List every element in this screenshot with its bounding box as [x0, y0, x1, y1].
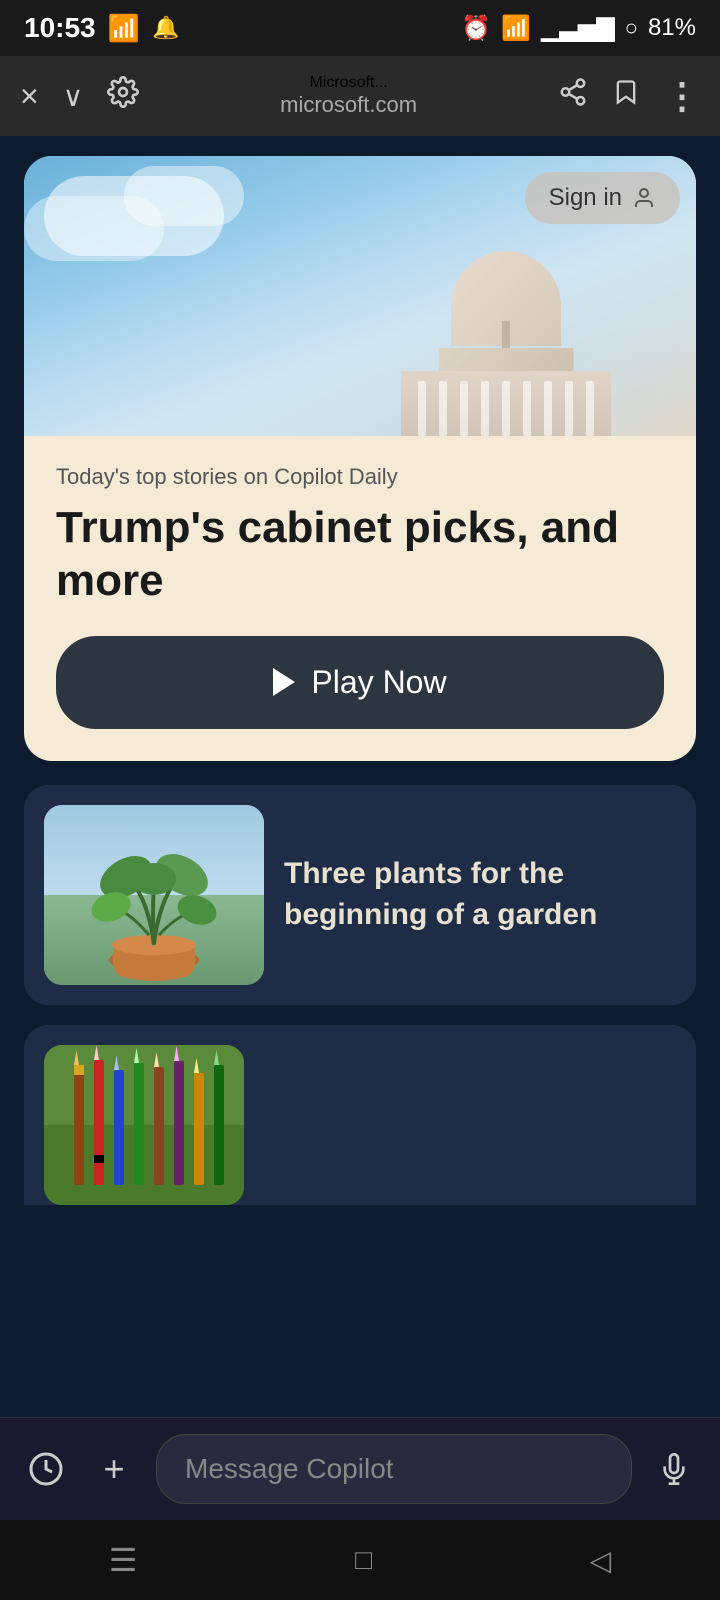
plant-image — [44, 805, 264, 985]
sign-in-label: Sign in — [549, 184, 622, 212]
status-bar: 10:53 📶 🔔 ⏰ 📶 ▁▃▅▇ ○ 81% — [0, 0, 720, 56]
browser-url-domain: microsoft.com — [280, 92, 417, 118]
battery-icon: ○ — [625, 15, 638, 41]
mic-button[interactable] — [648, 1443, 700, 1495]
signal-icon: ▁▃▅▇ — [541, 14, 615, 43]
top-card-body: Today's top stories on Copilot Daily Tru… — [24, 436, 696, 761]
play-icon — [273, 668, 295, 696]
message-input[interactable] — [156, 1434, 632, 1504]
play-now-button[interactable]: Play Now — [56, 636, 664, 729]
alarm-icon: ⏰ — [461, 14, 491, 43]
back-icon[interactable]: ◁ — [590, 1544, 612, 1577]
top-card: Sign in Today's top stories on Copilot D… — [24, 156, 696, 761]
input-bar: + — [0, 1417, 720, 1520]
notification-icon: 🔔 — [152, 15, 179, 41]
news-card-plants-title: Three plants for the beginning of a gard… — [284, 854, 676, 935]
play-now-label: Play Now — [311, 664, 446, 701]
news-card-pencils[interactable] — [24, 1025, 696, 1205]
status-time: 10:53 — [24, 12, 96, 44]
history-button[interactable] — [20, 1443, 72, 1495]
sign-in-button[interactable]: Sign in — [525, 172, 680, 224]
share-icon[interactable] — [558, 77, 588, 115]
home-icon[interactable]: □ — [355, 1544, 372, 1576]
battery-percent: 81% — [648, 14, 696, 42]
bookmark-icon[interactable] — [612, 77, 640, 115]
capitol-illustration — [376, 216, 636, 436]
browser-url-title: Microsoft... — [309, 74, 387, 92]
pencils-image — [44, 1045, 244, 1205]
settings-icon[interactable] — [107, 76, 139, 116]
wifi-icon: 📶 — [501, 14, 531, 43]
top-card-subtitle: Today's top stories on Copilot Daily — [56, 464, 664, 490]
more-menu-icon[interactable]: ⋮ — [664, 75, 700, 117]
nav-bar: ☰ □ ◁ — [0, 1520, 720, 1600]
news-card-plants[interactable]: Three plants for the beginning of a gard… — [24, 785, 696, 1005]
browser-url[interactable]: Microsoft... microsoft.com — [163, 74, 534, 118]
top-card-title: Trump's cabinet picks, and more — [56, 502, 664, 608]
main-content: Sign in Today's top stories on Copilot D… — [0, 136, 720, 1205]
browser-bar: × ∨ Microsoft... microsoft.com ⋮ — [0, 56, 720, 136]
sim-icon: 📶 — [108, 13, 140, 44]
hamburger-icon[interactable]: ☰ — [109, 1541, 138, 1579]
add-button[interactable]: + — [88, 1443, 140, 1495]
close-button[interactable]: × — [20, 78, 39, 115]
top-card-image: Sign in — [24, 156, 696, 436]
expand-button[interactable]: ∨ — [63, 80, 84, 113]
